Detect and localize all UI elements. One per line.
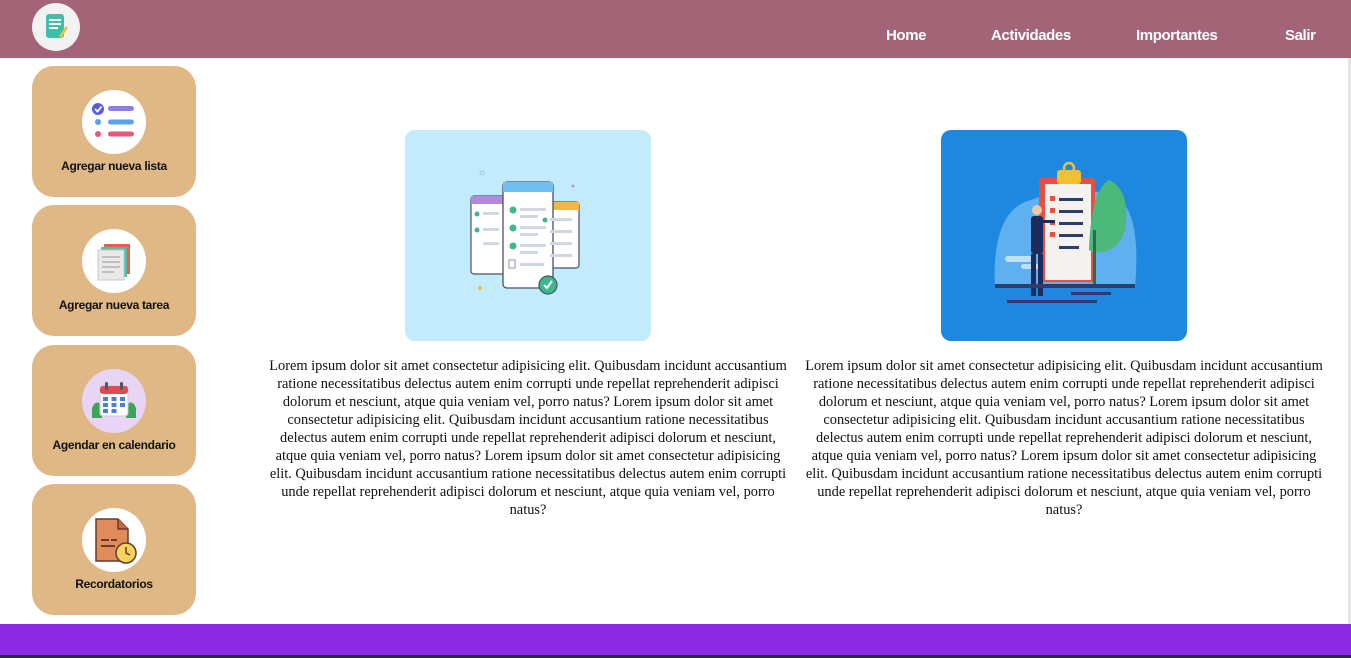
column-2-paragraph: Lorem ipsum dolor sit amet consectetur a… bbox=[805, 358, 1323, 518]
task-lists-illustration bbox=[405, 130, 651, 341]
sidebar-icon-circle bbox=[82, 90, 146, 154]
sidebar-icon-circle bbox=[82, 229, 146, 293]
sidebar-item-label: Recordatorios bbox=[75, 577, 153, 591]
main-nav: Home Actividades Importantes Salir bbox=[0, 0, 1351, 58]
sidebar-item-recordatorios[interactable]: Recordatorios bbox=[32, 484, 196, 615]
notes-icon bbox=[97, 244, 130, 281]
sidebar-item-calendario[interactable]: Agendar en calendario bbox=[32, 345, 196, 476]
sidebar-icon-circle bbox=[82, 508, 146, 572]
sidebar-item-nueva-lista[interactable]: Agregar nueva lista bbox=[32, 66, 196, 197]
nav-salir-link[interactable]: Salir bbox=[1285, 26, 1316, 46]
nav-actividades-link[interactable]: Actividades bbox=[991, 26, 1071, 46]
document-clock-icon bbox=[95, 518, 137, 564]
top-navbar: Home Actividades Importantes Salir bbox=[0, 0, 1351, 58]
sidebar-item-label: Agendar en calendario bbox=[52, 438, 176, 452]
sidebar-icon-circle bbox=[82, 369, 146, 433]
checklist-icon bbox=[92, 103, 134, 137]
calendar-icon bbox=[92, 382, 136, 418]
sidebar-item-label: Agregar nueva lista bbox=[61, 159, 167, 173]
column-1-paragraph: Lorem ipsum dolor sit amet consectetur a… bbox=[269, 358, 787, 518]
nav-home-link[interactable]: Home bbox=[886, 26, 926, 46]
nav-importantes-link[interactable]: Importantes bbox=[1136, 26, 1218, 46]
sidebar-item-label: Agregar nueva tarea bbox=[58, 298, 170, 312]
page-footer bbox=[0, 624, 1351, 658]
sidebar-item-nueva-tarea[interactable]: Agregar nueva tarea bbox=[32, 205, 196, 336]
clipboard-person-illustration bbox=[941, 130, 1187, 341]
